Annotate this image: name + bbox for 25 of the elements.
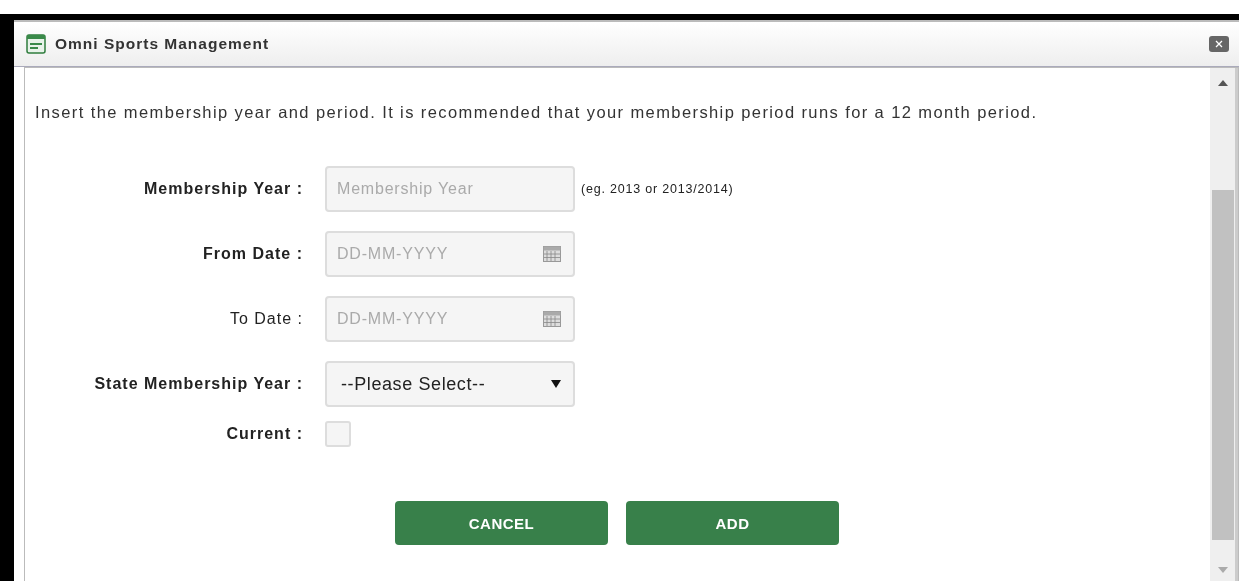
field-label: From Date : <box>202 245 304 263</box>
field-label: Current : <box>225 425 304 443</box>
scroll-thumb[interactable] <box>1211 190 1234 540</box>
scroll-up-icon[interactable] <box>1217 80 1228 86</box>
window-icon <box>26 34 46 54</box>
scroll-down-icon[interactable] <box>1217 567 1228 573</box>
field-label: To Date : <box>228 310 304 328</box>
checkbox[interactable] <box>325 421 351 447</box>
close-icon[interactable] <box>1214 39 1224 49</box>
field-label: Membership Year : <box>143 180 304 198</box>
date-field[interactable]: DD-MM-YYYY <box>325 296 575 342</box>
window-title: Omni Sports Management <box>55 35 270 53</box>
cancel-button[interactable]: CANCEL <box>395 501 608 545</box>
field-label: State Membership Year : <box>93 375 304 393</box>
select-dropdown[interactable]: --Please Select-- <box>325 361 575 407</box>
input-field[interactable]: Membership Year <box>325 166 575 212</box>
scrollbar[interactable] <box>1210 68 1238 581</box>
caret-icon <box>551 380 561 388</box>
calendar-icon[interactable] <box>543 246 561 262</box>
close-button[interactable] <box>1209 36 1229 52</box>
add-button[interactable]: ADD <box>626 501 839 545</box>
hint-text: (eg. 2013 or 2013/2014) <box>581 182 734 196</box>
instruction-text: Insert the membership year and period. It is recommended that your membership period runs for a 12 month period. <box>35 103 1039 122</box>
date-field[interactable]: DD-MM-YYYY <box>325 231 575 277</box>
calendar-icon[interactable] <box>543 311 561 327</box>
